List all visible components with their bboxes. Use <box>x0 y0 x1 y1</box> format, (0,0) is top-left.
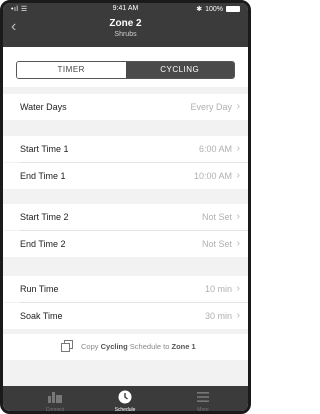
chevron-right-icon: › <box>236 211 240 222</box>
chevron-right-icon: › <box>236 283 240 294</box>
status-bar: •ıl ☰ 9:41 AM ✱ 100% <box>3 5 248 15</box>
row-label: Start Time 1 <box>20 144 69 154</box>
tab-bar: Connect Schedule More <box>3 386 248 413</box>
row-label: Run Time <box>20 284 59 294</box>
row-run-time[interactable]: Run Time 10 min › <box>3 276 248 302</box>
row-value: Every Day <box>190 102 232 112</box>
segment-control-area: TIMER CYCLING <box>3 47 248 87</box>
tab-label: Schedule <box>114 407 136 413</box>
row-value: 6:00 AM <box>198 144 232 154</box>
page-title: Zone 2 <box>109 18 142 29</box>
row-label: Soak Time <box>20 311 63 321</box>
row-value: Not Set <box>201 212 232 222</box>
row-value: 30 min <box>204 311 232 321</box>
header: •ıl ☰ 9:41 AM ✱ 100% ‹ Zone 2 Shrubs <box>3 3 248 47</box>
row-label: Start Time 2 <box>20 212 69 222</box>
copy-schedule-label: Copy Cycling Schedule to Zone 1 <box>81 342 196 351</box>
tab-label: Connect <box>45 407 65 413</box>
chevron-right-icon: › <box>236 101 240 112</box>
menu-icon <box>197 392 209 402</box>
tab-timer[interactable]: TIMER <box>17 62 126 78</box>
row-label: End Time 1 <box>20 171 66 181</box>
row-end-time-1[interactable]: End Time 1 10:00 AM › <box>3 163 248 189</box>
segmented-control: TIMER CYCLING <box>16 61 235 79</box>
phone-frame: •ıl ☰ 9:41 AM ✱ 100% ‹ Zone 2 Shrubs TIM… <box>0 0 251 414</box>
row-label: End Time 2 <box>20 239 66 249</box>
row-end-time-2[interactable]: End Time 2 Not Set › <box>3 231 248 257</box>
chevron-right-icon: › <box>236 310 240 321</box>
copy-schedule-button[interactable]: Copy Cycling Schedule to Zone 1 <box>3 334 248 360</box>
clock-icon <box>118 390 132 404</box>
battery-indicator: ✱ 100% <box>196 5 240 13</box>
row-water-days[interactable]: Water Days Every Day › <box>3 94 248 120</box>
chevron-right-icon: › <box>236 143 240 154</box>
battery-percent: 100% <box>205 5 223 13</box>
chevron-right-icon: › <box>236 238 240 249</box>
tab-connect[interactable]: Connect <box>25 386 85 413</box>
copy-icon <box>61 340 73 352</box>
tab-cycling[interactable]: CYCLING <box>125 62 234 78</box>
row-value: Not Set <box>201 239 232 249</box>
row-label: Water Days <box>20 102 67 112</box>
row-soak-time[interactable]: Soak Time 30 min › <box>3 303 248 329</box>
row-value: 10 min <box>204 284 232 294</box>
bluetooth-icon: ✱ <box>196 6 203 13</box>
sprinkler-icon <box>48 392 62 403</box>
chevron-right-icon: › <box>236 170 240 181</box>
row-start-time-2[interactable]: Start Time 2 Not Set › <box>3 204 248 230</box>
tab-label: More <box>197 407 209 413</box>
page-subtitle: Shrubs <box>114 31 137 38</box>
row-value: 10:00 AM <box>193 171 232 181</box>
tab-more[interactable]: More <box>173 386 233 413</box>
row-start-time-1[interactable]: Start Time 1 6:00 AM › <box>3 136 248 162</box>
tab-schedule[interactable]: Schedule <box>95 386 155 413</box>
battery-icon <box>226 6 240 12</box>
